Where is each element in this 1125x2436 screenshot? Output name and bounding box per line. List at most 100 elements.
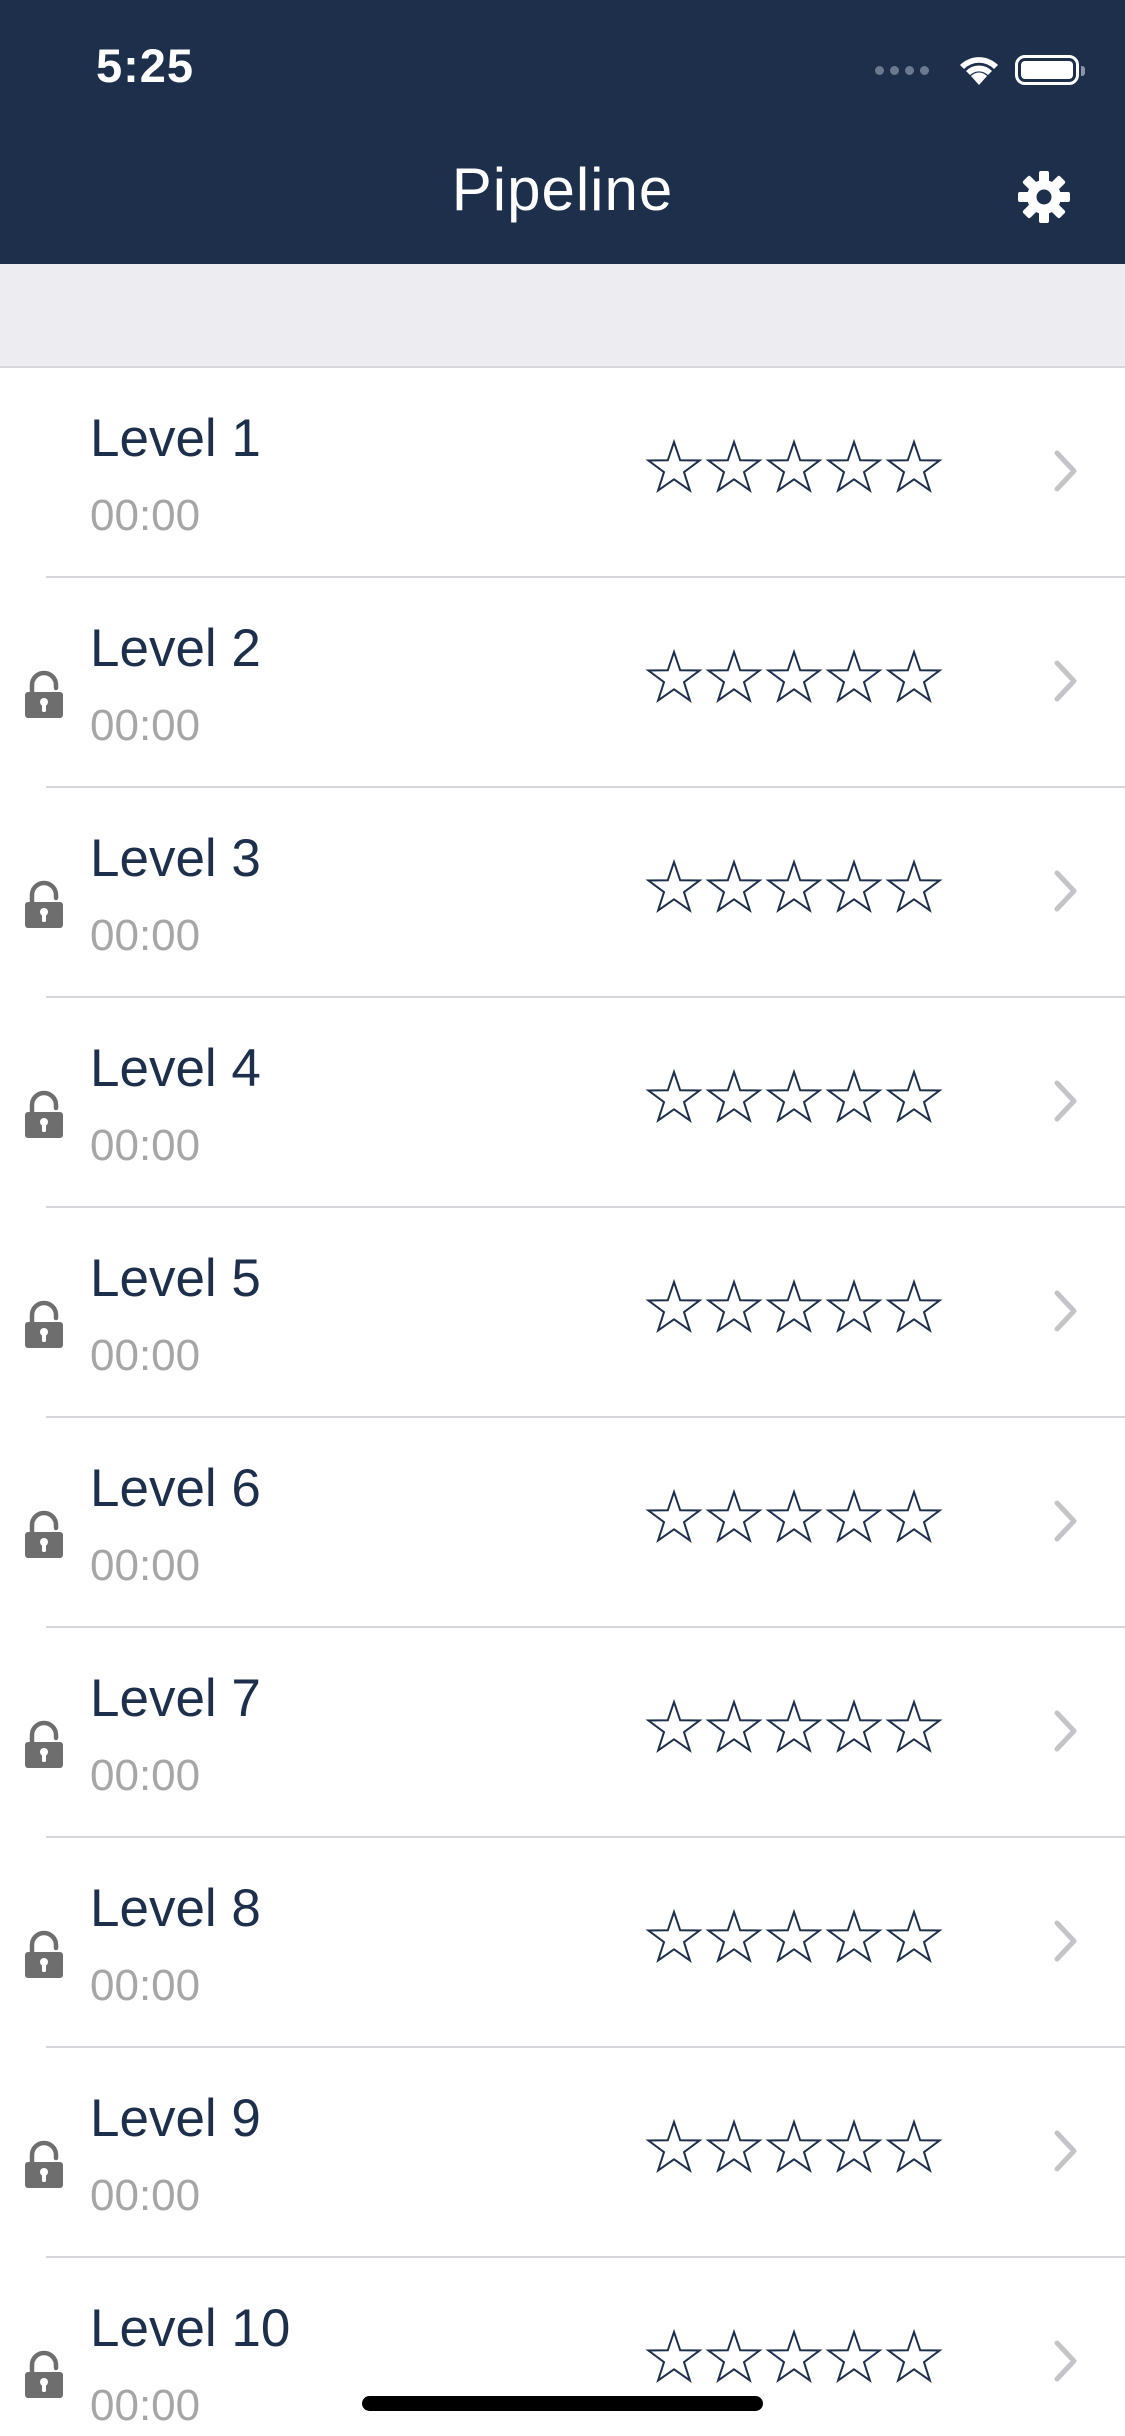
star-outline-icon	[645, 1278, 703, 1334]
level-title: Level 1	[90, 409, 261, 468]
star-outline-icon	[765, 858, 823, 914]
wifi-icon	[960, 57, 998, 85]
star-outline-icon	[825, 1488, 883, 1544]
chevron-right-icon	[1054, 2130, 1077, 2172]
level-title: Level 8	[90, 1879, 261, 1938]
level-title: Level 7	[90, 1669, 261, 1728]
star-outline-icon	[885, 2328, 943, 2384]
star-outline-icon	[705, 2118, 763, 2174]
star-rating	[644, 1278, 944, 1338]
star-outline-icon	[645, 1908, 703, 1964]
level-row[interactable]: Level 2 00:00	[0, 578, 1125, 788]
level-title: Level 4	[90, 1039, 261, 1098]
chevron-right-icon	[1054, 1710, 1077, 1752]
chevron-right-icon	[1054, 1290, 1077, 1332]
level-title: Level 10	[90, 2299, 291, 2358]
lock-icon	[25, 880, 63, 928]
level-row[interactable]: Level 8 00:00	[0, 1838, 1125, 2048]
level-title: Level 6	[90, 1459, 261, 1518]
level-row[interactable]: Level 9 00:00	[0, 2048, 1125, 2258]
level-best-time: 00:00	[90, 491, 201, 540]
chevron-right-icon	[1054, 1080, 1077, 1122]
star-outline-icon	[825, 2118, 883, 2174]
star-outline-icon	[705, 1068, 763, 1124]
star-outline-icon	[645, 2118, 703, 2174]
star-outline-icon	[705, 648, 763, 704]
star-rating	[644, 1698, 944, 1758]
star-outline-icon	[885, 1488, 943, 1544]
level-title: Level 3	[90, 829, 261, 888]
star-rating	[644, 2328, 944, 2388]
star-outline-icon	[705, 858, 763, 914]
level-best-time: 00:00	[90, 1751, 201, 1800]
star-outline-icon	[705, 1908, 763, 1964]
level-select-screen: 5:25 Pipeline Level 1 00:00 Level 2 00:0…	[0, 0, 1125, 2436]
star-outline-icon	[885, 1908, 943, 1964]
level-row[interactable]: Level 4 00:00	[0, 998, 1125, 1208]
lock-icon	[25, 1510, 63, 1558]
chevron-right-icon	[1054, 660, 1077, 702]
level-best-time: 00:00	[90, 911, 201, 960]
chevron-right-icon	[1054, 1920, 1077, 1962]
star-rating	[644, 1488, 944, 1548]
star-outline-icon	[825, 1698, 883, 1754]
star-outline-icon	[765, 438, 823, 494]
star-outline-icon	[765, 1068, 823, 1124]
star-outline-icon	[825, 648, 883, 704]
star-outline-icon	[825, 1908, 883, 1964]
star-outline-icon	[825, 1278, 883, 1334]
battery-icon	[1015, 55, 1085, 85]
star-outline-icon	[765, 2118, 823, 2174]
level-row[interactable]: Level 5 00:00	[0, 1208, 1125, 1418]
level-row[interactable]: Level 1 00:00	[0, 368, 1125, 578]
star-rating	[644, 1068, 944, 1128]
level-title: Level 5	[90, 1249, 261, 1308]
star-outline-icon	[705, 1278, 763, 1334]
level-best-time: 00:00	[90, 1121, 201, 1170]
star-outline-icon	[825, 858, 883, 914]
star-outline-icon	[885, 858, 943, 914]
gear-icon	[1018, 171, 1070, 223]
status-bar-indicators	[875, 48, 1085, 92]
star-rating	[644, 2118, 944, 2178]
star-outline-icon	[645, 1698, 703, 1754]
navigation-header: 5:25 Pipeline	[0, 0, 1125, 264]
home-indicator[interactable]	[362, 2396, 763, 2411]
star-outline-icon	[645, 1488, 703, 1544]
level-best-time: 00:00	[90, 2171, 201, 2220]
lock-icon	[25, 1930, 63, 1978]
star-outline-icon	[885, 2118, 943, 2174]
level-best-time: 00:00	[90, 701, 201, 750]
star-outline-icon	[765, 1698, 823, 1754]
lock-icon	[25, 1720, 63, 1768]
star-rating	[644, 648, 944, 708]
lock-icon	[25, 1090, 63, 1138]
star-outline-icon	[885, 1278, 943, 1334]
star-outline-icon	[645, 2328, 703, 2384]
page-title: Pipeline	[451, 156, 674, 223]
star-outline-icon	[885, 1068, 943, 1124]
star-rating	[644, 1908, 944, 1968]
star-outline-icon	[825, 2328, 883, 2384]
chevron-right-icon	[1054, 870, 1077, 912]
star-outline-icon	[705, 1698, 763, 1754]
status-bar-time: 5:25	[96, 39, 195, 92]
level-best-time: 00:00	[90, 1331, 201, 1380]
level-title: Level 9	[90, 2089, 261, 2148]
level-row[interactable]: Level 3 00:00	[0, 788, 1125, 998]
cellular-signal-icon	[875, 65, 935, 75]
section-header	[0, 264, 1125, 368]
level-best-time: 00:00	[90, 2381, 201, 2430]
star-rating	[644, 438, 944, 498]
star-outline-icon	[705, 2328, 763, 2384]
star-outline-icon	[885, 1698, 943, 1754]
star-outline-icon	[765, 1908, 823, 1964]
level-row[interactable]: Level 7 00:00	[0, 1628, 1125, 1838]
level-row[interactable]: Level 6 00:00	[0, 1418, 1125, 1628]
star-outline-icon	[645, 648, 703, 704]
settings-button[interactable]	[1012, 165, 1076, 229]
level-best-time: 00:00	[90, 1961, 201, 2010]
star-outline-icon	[885, 648, 943, 704]
star-outline-icon	[645, 438, 703, 494]
star-outline-icon	[765, 1278, 823, 1334]
